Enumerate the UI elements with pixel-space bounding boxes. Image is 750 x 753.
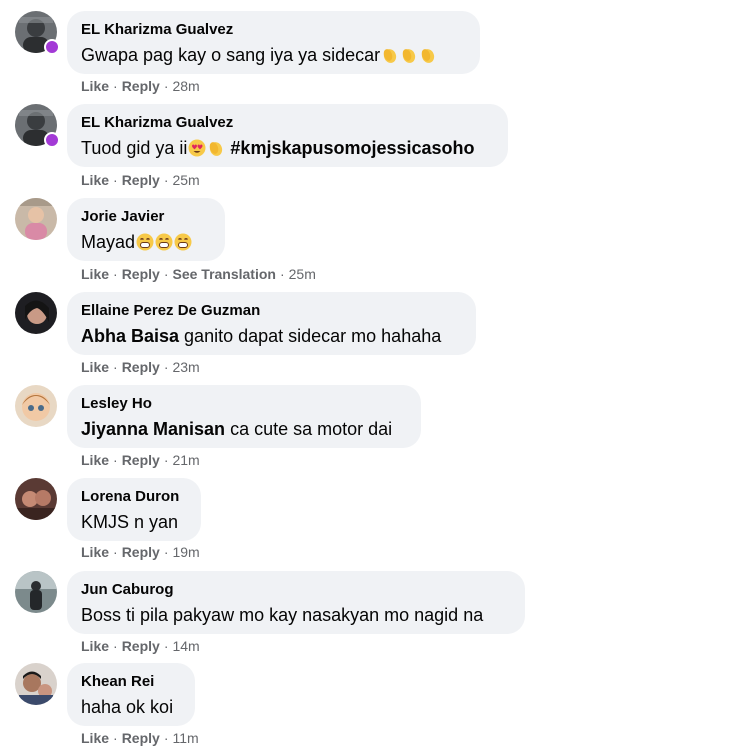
comment-timestamp[interactable]: 11m (172, 730, 198, 746)
comment-timestamp[interactable]: 21m (172, 452, 199, 468)
clapping-hands-icon (207, 139, 225, 163)
reply-link[interactable]: Reply (122, 172, 160, 188)
comments-list: EL Kharizma Gualvez Gwapa pag kay o sang… (0, 0, 750, 753)
comment-actions: Like · Reply · See Translation · 25m (81, 266, 316, 282)
like-link[interactable]: Like (81, 452, 109, 468)
comment-actions: Like · Reply · 23m (81, 359, 200, 375)
comment-bubble: Ellaine Perez De Guzman Abha Baisa ganit… (67, 292, 476, 355)
reply-link[interactable]: Reply (122, 266, 160, 282)
comment-author[interactable]: Lesley Ho (81, 395, 407, 413)
comment-actions: Like · Reply · 14m (81, 638, 200, 654)
like-link[interactable]: Like (81, 78, 109, 94)
grinning-face-icon (155, 233, 173, 257)
comment-timestamp[interactable]: 25m (172, 172, 199, 188)
like-link[interactable]: Like (81, 359, 109, 375)
grinning-face-icon (174, 233, 192, 257)
reply-link[interactable]: Reply (122, 544, 160, 560)
comment-author[interactable]: Lorena Duron (81, 488, 187, 506)
comment-author[interactable]: Jun Caburog (81, 581, 511, 599)
mention-link[interactable]: Jiyanna Manisan (81, 419, 225, 439)
comment-author[interactable]: EL Kharizma Gualvez (81, 114, 494, 132)
comment-bubble: Lesley Ho Jiyanna Manisan ca cute sa mot… (67, 385, 421, 448)
like-link[interactable]: Like (81, 638, 109, 654)
comment-author[interactable]: Khean Rei (81, 673, 181, 691)
comment-timestamp[interactable]: 28m (172, 78, 199, 94)
comment-text: KMJS n yan (81, 512, 179, 532)
reply-link[interactable]: Reply (122, 452, 160, 468)
comment-text: haha ok koi (81, 697, 174, 717)
avatar[interactable] (15, 198, 57, 240)
comment-actions: Like · Reply · 11m (81, 730, 199, 746)
comment-author[interactable]: Jorie Javier (81, 208, 211, 226)
comment-text: Jiyanna Manisan ca cute sa motor dai (81, 419, 393, 439)
reply-link[interactable]: Reply (122, 730, 160, 746)
avatar[interactable] (15, 663, 57, 705)
reply-link[interactable]: Reply (122, 78, 160, 94)
avatar[interactable] (15, 571, 57, 613)
comment-bubble: Jun Caburog Boss ti pila pakyaw mo kay n… (67, 571, 525, 634)
avatar[interactable] (15, 478, 57, 520)
like-link[interactable]: Like (81, 544, 109, 560)
comment-bubble: Lorena Duron KMJS n yan (67, 478, 201, 541)
hashtag-link[interactable]: #kmjskapusomojessicasoho (230, 138, 474, 158)
comment-actions: Like · Reply · 25m (81, 172, 200, 188)
comment-actions: Like · Reply · 21m (81, 452, 200, 468)
avatar[interactable] (15, 292, 57, 334)
mention-link[interactable]: Abha Baisa (81, 326, 179, 346)
comment-text: Tuod gid ya ii #kmjskapusomojessicasoho (81, 136, 494, 163)
profile-frame-badge (44, 39, 60, 55)
comment-bubble: Jorie Javier Mayad (67, 198, 225, 261)
like-link[interactable]: Like (81, 266, 109, 282)
comment-actions: Like · Reply · 19m (81, 544, 200, 560)
comment-text: Abha Baisa ganito dapat sidecar mo hahah… (81, 326, 442, 346)
comment-bubble: Khean Rei haha ok koi (67, 663, 195, 726)
clapping-hands-icon (419, 46, 437, 70)
reply-link[interactable]: Reply (122, 359, 160, 375)
comment-text: Boss ti pila pakyaw mo kay nasakyan mo n… (81, 605, 484, 625)
comment-bubble: EL Kharizma Gualvez Tuod gid ya ii #kmjs… (67, 104, 508, 167)
comment-timestamp[interactable]: 14m (172, 638, 199, 654)
grinning-face-icon (136, 233, 154, 257)
like-link[interactable]: Like (81, 172, 109, 188)
comment-author[interactable]: Ellaine Perez De Guzman (81, 302, 462, 320)
like-link[interactable]: Like (81, 730, 109, 746)
profile-frame-badge (44, 132, 60, 148)
comment-bubble: EL Kharizma Gualvez Gwapa pag kay o sang… (67, 11, 480, 74)
heart-eyes-icon (188, 139, 206, 163)
comment-timestamp[interactable]: 23m (172, 359, 199, 375)
comment-text: Mayad (81, 230, 211, 257)
comment-actions: Like · Reply · 28m (81, 78, 200, 94)
clapping-hands-icon (400, 46, 418, 70)
comment-timestamp[interactable]: 25m (289, 266, 316, 282)
comment-timestamp[interactable]: 19m (172, 544, 199, 560)
comment-text: Gwapa pag kay o sang iya ya sidecar (81, 43, 466, 70)
comment-author[interactable]: EL Kharizma Gualvez (81, 21, 466, 39)
reply-link[interactable]: Reply (122, 638, 160, 654)
clapping-hands-icon (381, 46, 399, 70)
avatar[interactable] (15, 385, 57, 427)
see-translation-link[interactable]: See Translation (172, 266, 275, 282)
